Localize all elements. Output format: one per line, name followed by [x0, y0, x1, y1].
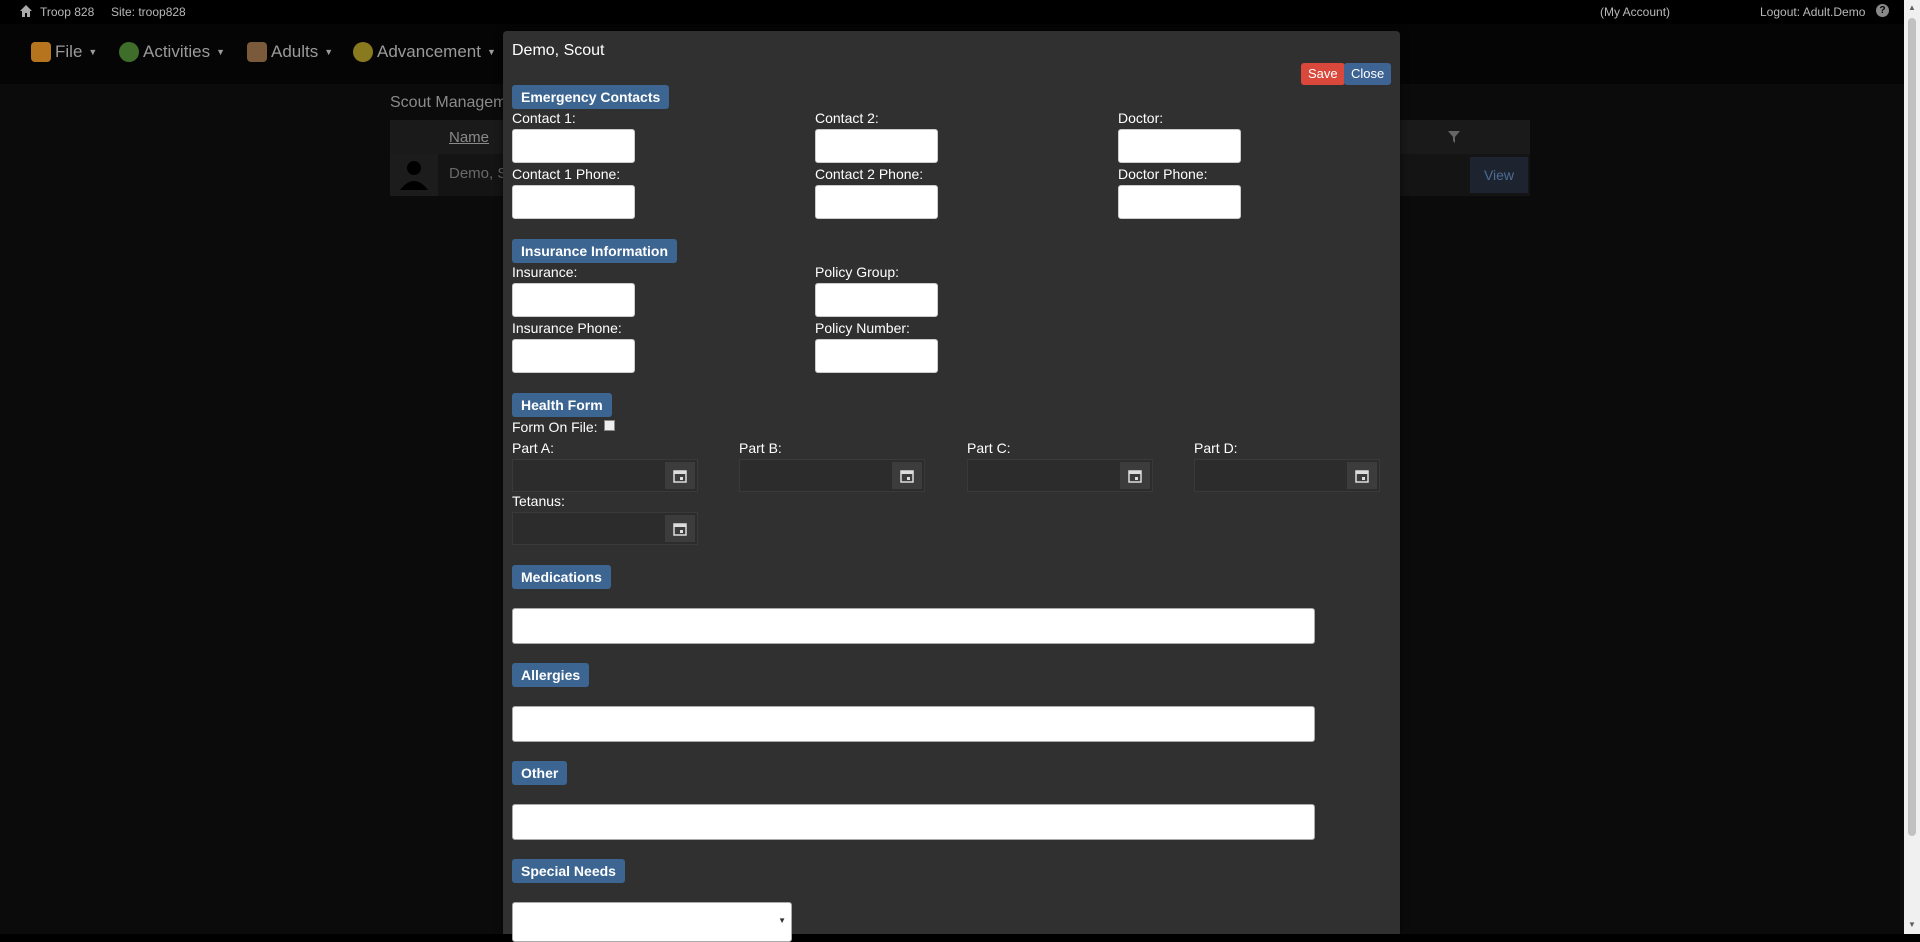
section-insurance: Insurance Information	[512, 239, 678, 263]
part-b-label: Part B:	[739, 440, 782, 456]
view-button[interactable]: View	[1470, 157, 1528, 193]
tetanus-date[interactable]	[512, 512, 698, 545]
form-on-file-label: Form On File:	[512, 419, 598, 435]
tetanus-label: Tetanus:	[512, 493, 565, 509]
my-account-link[interactable]: (My Account)	[1600, 5, 1670, 19]
part-a-date[interactable]	[512, 459, 698, 492]
section-emergency-contacts: Emergency Contacts	[512, 85, 670, 109]
allergies-textarea[interactable]	[512, 706, 1315, 742]
nav-adults[interactable]: Adults ▼	[247, 42, 333, 62]
contact2-phone-label: Contact 2 Phone:	[815, 166, 924, 182]
part-d-date[interactable]	[1194, 459, 1380, 492]
section-special-needs: Special Needs	[512, 859, 625, 883]
contact2-input[interactable]	[815, 129, 938, 163]
scout-medical-modal: Demo, Scout Save Close Emergency Contact…	[503, 31, 1400, 942]
nav-adults-label: Adults	[271, 42, 319, 61]
doctor-label: Doctor:	[1118, 110, 1164, 126]
doctor-phone-input[interactable]	[1118, 185, 1241, 219]
calendar-icon[interactable]	[1347, 462, 1377, 489]
insurance-phone-input[interactable]	[512, 339, 635, 373]
part-b-date[interactable]	[739, 459, 925, 492]
chevron-down-icon: ▼	[216, 47, 225, 57]
nav-file-label: File	[55, 42, 83, 61]
doctor-input[interactable]	[1118, 129, 1241, 163]
page-scrollbar[interactable]: ▲ ▼	[1904, 0, 1920, 934]
fleur-de-lis-icon	[353, 42, 373, 62]
avatar	[390, 154, 438, 196]
calendar-icon[interactable]	[665, 515, 695, 542]
part-a-label: Part A:	[512, 440, 555, 456]
part-c-label: Part C:	[967, 440, 1011, 456]
page-title: Scout Manageme	[390, 94, 516, 111]
logout-link[interactable]: Logout: Adult.Demo	[1760, 5, 1865, 19]
activities-icon	[119, 42, 139, 62]
top-bar: Troop 828 Site: troop828 (My Account) Lo…	[0, 0, 1904, 24]
contact2-label: Contact 2:	[815, 110, 879, 126]
section-medications: Medications	[512, 565, 611, 589]
nav-file[interactable]: File ▼	[31, 42, 97, 62]
home-icon[interactable]	[19, 4, 33, 18]
section-allergies: Allergies	[512, 663, 590, 687]
contact1-input[interactable]	[512, 129, 635, 163]
form-on-file-checkbox[interactable]	[604, 420, 615, 431]
nav-activities[interactable]: Activities ▼	[119, 42, 225, 62]
scroll-down-icon[interactable]: ▼	[1908, 920, 1916, 929]
section-health-form: Health Form	[512, 393, 612, 417]
save-button[interactable]: Save	[1301, 63, 1345, 85]
scroll-up-icon[interactable]: ▲	[1908, 3, 1916, 12]
medications-textarea[interactable]	[512, 608, 1315, 644]
other-textarea[interactable]	[512, 804, 1315, 840]
calendar-icon[interactable]	[665, 462, 695, 489]
contact2-phone-input[interactable]	[815, 185, 938, 219]
policy-number-label: Policy Number:	[815, 320, 910, 336]
nav-activities-label: Activities	[143, 42, 211, 61]
part-c-date[interactable]	[967, 459, 1153, 492]
table-row-name: Demo, S	[449, 165, 508, 182]
contact1-label: Contact 1:	[512, 110, 576, 126]
special-needs-select[interactable]: ▼	[512, 902, 792, 942]
policy-group-label: Policy Group:	[815, 264, 900, 280]
contact1-phone-label: Contact 1 Phone:	[512, 166, 621, 182]
chevron-down-icon: ▼	[88, 47, 98, 57]
site-name: Site: troop828	[111, 5, 186, 19]
insurance-input[interactable]	[512, 283, 635, 317]
insurance-label: Insurance:	[512, 264, 578, 280]
nav-advancement-label: Advancement	[377, 42, 481, 61]
calendar-icon[interactable]	[892, 462, 922, 489]
contact1-phone-input[interactable]	[512, 185, 635, 219]
calendar-icon[interactable]	[1120, 462, 1150, 489]
file-icon	[31, 42, 51, 62]
policy-number-input[interactable]	[815, 339, 938, 373]
adults-icon	[247, 42, 267, 62]
nav-advancement[interactable]: Advancement ▼	[353, 42, 496, 62]
policy-group-input[interactable]	[815, 283, 938, 317]
section-other: Other	[512, 761, 568, 785]
help-icon[interactable]: ?	[1876, 4, 1889, 17]
column-header-name[interactable]: Name	[449, 129, 489, 146]
troop-name: Troop 828	[40, 5, 95, 19]
chevron-down-icon: ▼	[486, 47, 496, 57]
insurance-phone-label: Insurance Phone:	[512, 320, 622, 336]
chevron-down-icon: ▼	[324, 47, 334, 57]
part-d-label: Part D:	[1194, 440, 1238, 456]
close-button[interactable]: Close	[1344, 63, 1392, 85]
scrollbar-thumb[interactable]	[1908, 18, 1916, 836]
modal-title: Demo, Scout	[512, 42, 605, 59]
chevron-down-icon: ▼	[778, 916, 786, 925]
filter-icon[interactable]	[1448, 131, 1460, 143]
doctor-phone-label: Doctor Phone:	[1118, 166, 1208, 182]
